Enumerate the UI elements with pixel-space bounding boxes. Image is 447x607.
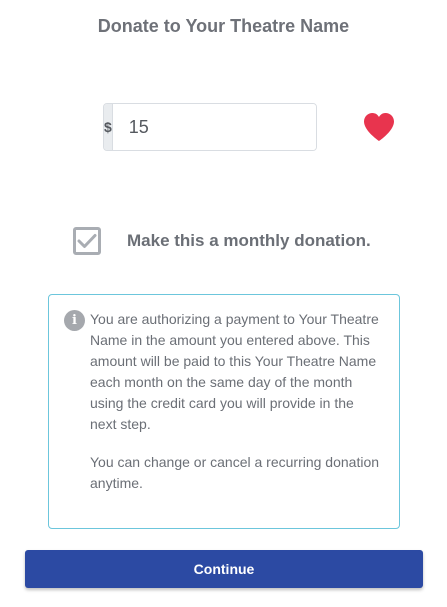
checkmark-icon: [77, 234, 97, 248]
monthly-donation-checkbox[interactable]: [73, 227, 101, 255]
amount-input[interactable]: [112, 104, 316, 150]
currency-symbol: $: [104, 104, 113, 150]
info-paragraph-authorization: You are authorizing a payment to Your Th…: [90, 311, 379, 432]
continue-button[interactable]: Continue: [25, 550, 423, 588]
amount-input-group: $: [103, 103, 317, 151]
info-icon: i: [64, 310, 85, 331]
monthly-donation-label[interactable]: Make this a monthly donation.: [127, 231, 371, 251]
monthly-donation-row: Make this a monthly donation.: [73, 227, 371, 255]
info-paragraph-cancel: You can change or cancel a recurring don…: [90, 454, 380, 491]
heart-icon: [364, 113, 394, 141]
page-title: Donate to Your Theatre Name: [97, 16, 350, 36]
recurring-info-box: i You are authorizing a payment to Your …: [48, 294, 400, 529]
